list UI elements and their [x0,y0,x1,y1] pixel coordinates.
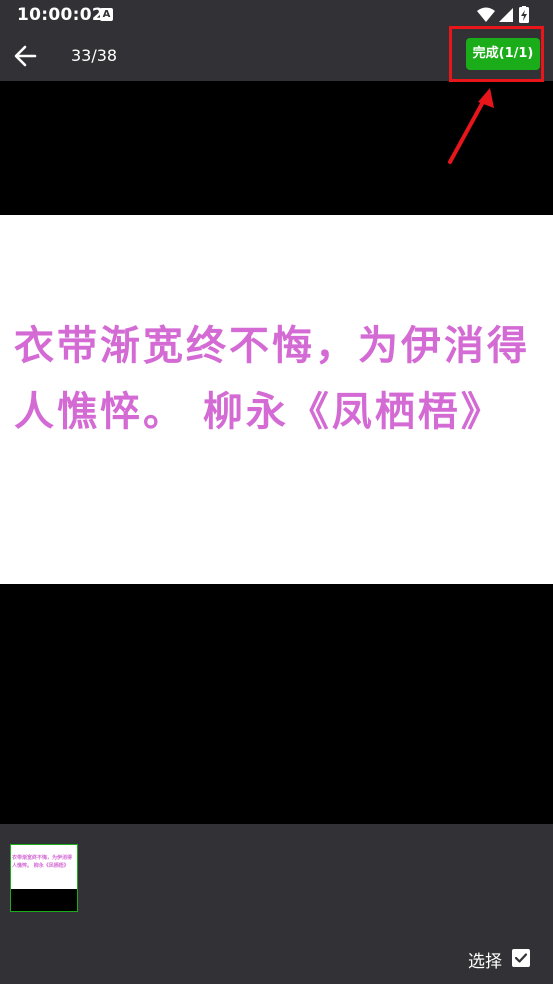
toolbar: 33/38 完成(1/1) [0,30,553,81]
status-time: 10:00:02 [17,5,104,25]
notification-icon: A [100,8,113,21]
bottom-panel: 衣带渐宽终不悔，为伊消得人憔悴。 柳永《凤栖梧》 选择 [0,824,553,984]
select-label: 选择 [468,952,502,972]
wifi-icon [477,7,495,22]
back-button[interactable] [12,43,40,69]
page-counter: 33/38 [71,46,118,65]
status-bar: 10:00:02 A [0,0,553,30]
done-button[interactable]: 完成(1/1) [466,38,540,70]
check-icon [514,953,528,963]
selected-thumbnail[interactable]: 衣带渐宽终不悔，为伊消得人憔悴。 柳永《凤栖梧》 [10,844,78,912]
signal-icon [499,8,513,22]
preview-image: 衣带渐宽终不悔，为伊消得人憔悴。 柳永《凤栖梧》 [0,215,553,584]
image-viewer[interactable]: 衣带渐宽终不悔，为伊消得人憔悴。 柳永《凤栖梧》 [0,81,553,824]
image-poem-text: 衣带渐宽终不悔，为伊消得人憔悴。 柳永《凤栖梧》 [14,322,530,435]
select-checkbox[interactable] [512,949,530,967]
arrow-left-icon [14,45,37,67]
status-icons [477,6,529,23]
thumbnail-text: 衣带渐宽终不悔，为伊消得人憔悴。 柳永《凤栖梧》 [12,855,73,869]
battery-charging-icon [519,6,529,23]
